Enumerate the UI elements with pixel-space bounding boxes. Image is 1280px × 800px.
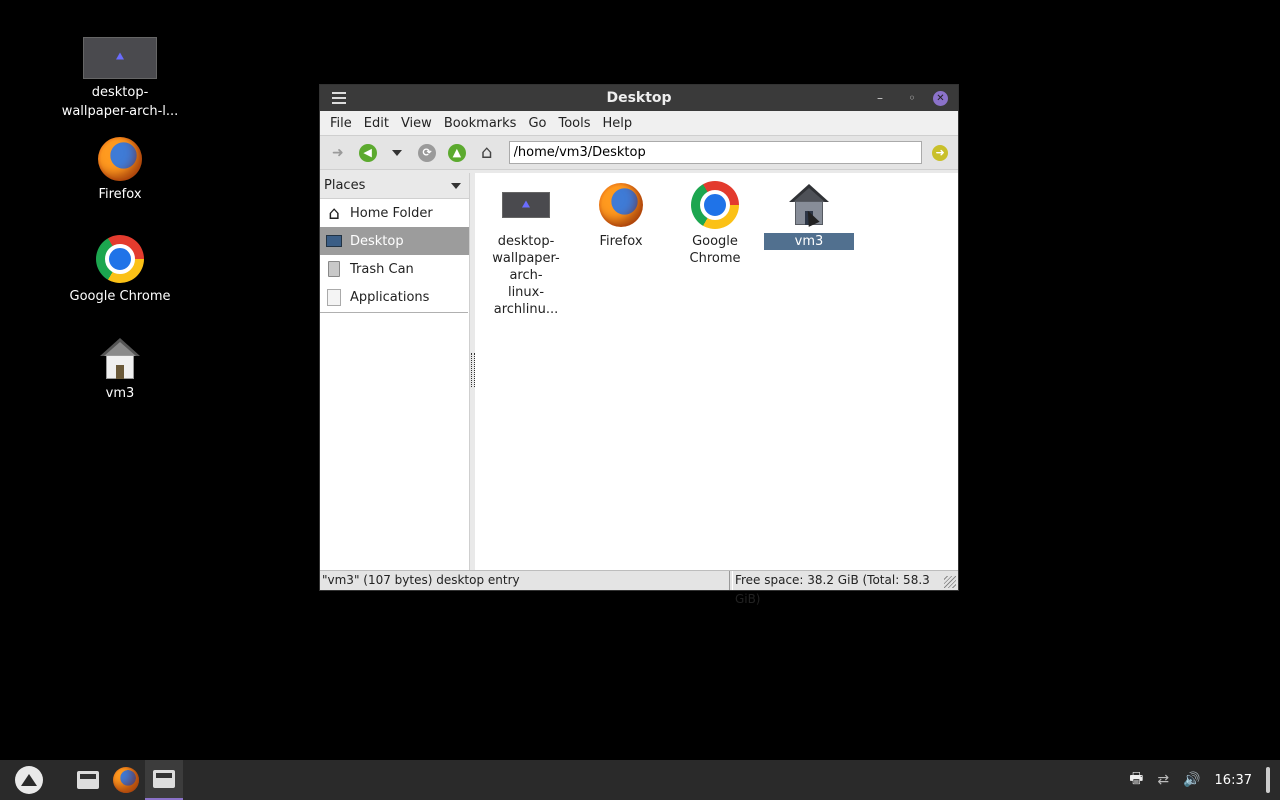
- window-menu-button[interactable]: [326, 85, 352, 111]
- start-menu-button[interactable]: [15, 766, 43, 794]
- address-input[interactable]: [508, 141, 923, 164]
- volume-icon[interactable]: 🔊: [1183, 772, 1200, 788]
- toolbar: ➜ ◀ ⟳ ▲ ⌂ ➜: [320, 136, 958, 170]
- home-icon: ⌂: [328, 202, 340, 224]
- taskbar: 🖶 ⇄ 🔊 16:37: [0, 760, 1280, 800]
- firefox-icon: [599, 183, 643, 227]
- place-label: Desktop: [350, 233, 404, 249]
- desktop-icon-wallpaper[interactable]: desktop-wallpaper-arch-l...: [60, 37, 180, 121]
- places-header-label: Places: [324, 178, 366, 193]
- desktop-icon-label: Firefox: [98, 187, 142, 202]
- desktop-icon-label: vm3: [105, 386, 135, 401]
- reload-icon: ⟳: [418, 143, 437, 162]
- firefox-icon: [113, 767, 139, 793]
- arrow-up-icon: ▲: [447, 143, 466, 162]
- file-manager-icon: [77, 771, 99, 789]
- arrow-left-icon: ◀: [358, 143, 377, 162]
- place-label: Home Folder: [350, 205, 433, 221]
- place-desktop[interactable]: Desktop: [320, 227, 469, 255]
- history-dropdown[interactable]: [386, 141, 410, 165]
- forward-button[interactable]: ➜: [326, 141, 350, 165]
- taskbar-item-file-manager-active[interactable]: [145, 760, 183, 800]
- file-label: Google Chrome: [689, 234, 741, 266]
- status-selection: "vm3" (107 bytes) desktop entry: [320, 571, 730, 590]
- status-bar: "vm3" (107 bytes) desktop entry Free spa…: [320, 570, 958, 606]
- desktop: desktop-wallpaper-arch-l... Firefox Goog…: [0, 0, 1280, 760]
- sidebar-divider: [320, 312, 468, 313]
- firefox-icon: [98, 137, 142, 181]
- arrow-right-icon: ➜: [332, 144, 344, 161]
- taskbar-item-firefox[interactable]: [107, 760, 145, 800]
- close-button[interactable]: ✕: [933, 90, 948, 106]
- file-label: Firefox: [599, 234, 643, 249]
- menu-tools[interactable]: Tools: [552, 116, 596, 131]
- reload-button[interactable]: ⟳: [415, 141, 439, 165]
- menu-file[interactable]: File: [324, 116, 358, 131]
- trash-icon: [324, 259, 344, 279]
- file-view[interactable]: desktop-wallpaper-arch-linux-archlinu...…: [475, 173, 958, 570]
- menu-help[interactable]: Help: [597, 116, 639, 131]
- image-thumbnail-icon: [502, 192, 550, 218]
- taskbar-item-file-manager[interactable]: [69, 760, 107, 800]
- desktop-icon: [324, 231, 344, 251]
- applications-icon: [324, 287, 344, 307]
- up-button[interactable]: ▲: [445, 141, 469, 165]
- place-trash-can[interactable]: Trash Can: [320, 255, 469, 283]
- file-item-chrome[interactable]: Google Chrome: [670, 179, 760, 267]
- desktop-icon-vm3[interactable]: vm3: [60, 338, 180, 403]
- desktop-icon-label: desktop-wallpaper-arch-l...: [61, 85, 179, 119]
- menu-view[interactable]: View: [395, 116, 438, 131]
- arch-logo-icon: [21, 774, 37, 786]
- chrome-icon: [691, 181, 739, 229]
- home-button[interactable]: ⌂: [475, 141, 499, 165]
- menu-bar: File Edit View Bookmarks Go Tools Help: [320, 111, 958, 136]
- file-label: desktop-wallpaper-arch-linux-archlinu...: [492, 234, 560, 317]
- home-icon: ⌂: [480, 142, 493, 163]
- status-free-space: Free space: 38.2 GiB (Total: 58.3 GiB): [731, 571, 958, 606]
- place-label: Applications: [350, 289, 430, 305]
- menu-go[interactable]: Go: [522, 116, 552, 131]
- back-button[interactable]: ◀: [356, 141, 380, 165]
- system-tray: 🖶 ⇄ 🔊 16:37: [1129, 767, 1270, 793]
- places-header[interactable]: Places: [320, 173, 469, 199]
- maximize-button[interactable]: ◦: [901, 87, 923, 109]
- go-button[interactable]: ➜: [928, 141, 952, 165]
- places-sidebar: Places ⌂ Home Folder Desktop Trash Can A…: [320, 173, 470, 570]
- image-thumbnail-icon: [83, 37, 157, 79]
- menu-bookmarks[interactable]: Bookmarks: [438, 116, 523, 131]
- place-applications[interactable]: Applications: [320, 283, 469, 311]
- file-manager-icon: [153, 770, 175, 788]
- menu-edit[interactable]: Edit: [358, 116, 395, 131]
- place-label: Trash Can: [350, 261, 414, 277]
- desktop-icon-firefox[interactable]: Firefox: [60, 137, 180, 204]
- window-title: Desktop: [606, 90, 672, 106]
- clock[interactable]: 16:37: [1215, 773, 1252, 788]
- file-manager-window: Desktop – ◦ ✕ File Edit View Bookmarks G…: [319, 84, 959, 606]
- printer-icon[interactable]: 🖶: [1129, 768, 1143, 793]
- chrome-icon: [96, 235, 144, 283]
- chevron-down-icon: [451, 182, 461, 189]
- title-bar[interactable]: Desktop – ◦ ✕: [320, 85, 958, 111]
- home-icon: [100, 338, 140, 380]
- resize-grip[interactable]: [944, 576, 956, 588]
- network-icon[interactable]: ⇄: [1157, 772, 1169, 788]
- file-label: vm3: [764, 233, 854, 250]
- hamburger-icon: [332, 97, 346, 99]
- go-arrow-icon: ➜: [932, 144, 949, 161]
- file-item-firefox[interactable]: Firefox: [576, 179, 666, 250]
- file-item-wallpaper[interactable]: desktop-wallpaper-arch-linux-archlinu...: [481, 179, 571, 318]
- chevron-down-icon: [392, 149, 403, 156]
- desktop-icon-label: Google Chrome: [69, 289, 171, 304]
- place-home-folder[interactable]: ⌂ Home Folder: [320, 199, 469, 227]
- minimize-button[interactable]: –: [869, 87, 891, 109]
- show-desktop-button[interactable]: [1266, 767, 1270, 793]
- desktop-icon-chrome[interactable]: Google Chrome: [60, 235, 180, 306]
